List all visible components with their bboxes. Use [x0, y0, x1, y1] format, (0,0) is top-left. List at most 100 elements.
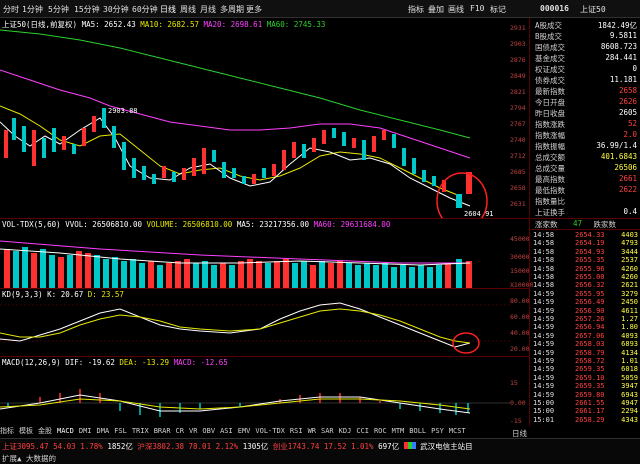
stat-row: A股成交 1842.49亿: [531, 20, 640, 31]
indicator-tab[interactable]: 模板: [19, 427, 33, 435]
indicator-tab[interactable]: SAR: [321, 427, 334, 435]
tick-time: 14:59: [533, 289, 555, 298]
indicator-tab[interactable]: EMV: [238, 427, 251, 435]
main-axis-tick: 2821: [510, 88, 526, 96]
indicator-tab[interactable]: PSY: [431, 427, 444, 435]
expand-menu[interactable]: 扩展▲ 大数据的: [2, 453, 56, 464]
stat-row: 指数涨跌 52: [531, 119, 640, 130]
tick-volume: 4611: [621, 306, 638, 315]
volume-panel[interactable]: VOL-TDX(5,60) VVOL: 26506810.00 VOLUME: …: [0, 218, 533, 289]
tick-volume: 1.01: [621, 357, 638, 365]
period-tab-more[interactable]: 更多: [246, 4, 262, 15]
indicator-tab[interactable]: 指标: [0, 427, 14, 435]
ma10-line: [0, 105, 461, 197]
indicator-tab[interactable]: VR: [189, 427, 197, 435]
hs-index[interactable]: 沪深3802.38: [137, 442, 184, 451]
indicator-tab[interactable]: DMI: [79, 427, 92, 435]
tick-price: 2659.35: [575, 382, 605, 391]
indicator-tab[interactable]: WR: [308, 427, 316, 435]
tool-f10[interactable]: F10: [470, 4, 484, 13]
stat-label: 国债成交: [535, 43, 565, 52]
vol-axis-tick: 15000: [510, 267, 530, 275]
stat-row: 最低指数 2622: [531, 185, 640, 196]
stat-row: 权证成交 0: [531, 64, 640, 75]
cy-index[interactable]: 创业1743.74: [273, 442, 320, 451]
indicator-tab[interactable]: CCI: [356, 427, 369, 435]
decline-label: 跌家数: [593, 220, 617, 229]
indicator-tab[interactable]: DMA: [97, 427, 110, 435]
indicator-tab[interactable]: ROC: [374, 427, 387, 435]
period-tab-daily[interactable]: 日线: [160, 4, 176, 15]
indicator-tab[interactable]: RSI: [290, 427, 303, 435]
tick-time: 14:58: [533, 281, 555, 290]
ma60-line: [0, 29, 471, 139]
tick-price: 2658.03: [575, 340, 605, 349]
tick-time: 14:59: [533, 323, 555, 332]
chart-area[interactable]: 上证50(日线,前复权) MA5: 2652.43 MA10: 2682.57 …: [0, 18, 533, 426]
macd-panel[interactable]: MACD(12,26,9) DIF: -19.62 DEA: -13.29 MA…: [0, 356, 530, 426]
period-tab-5min[interactable]: 5分钟: [48, 4, 69, 15]
kd-panel[interactable]: KD(9,3,3) K: 20.67 D: 23.57 80.00 60.00 …: [0, 288, 530, 356]
tick-time: 14:58: [533, 264, 555, 273]
main-axis-tick: 2876: [510, 56, 526, 64]
indicator-tab[interactable]: TRIX: [132, 427, 149, 435]
news-ticker[interactable]: 武汉电信主站目: [420, 442, 473, 451]
tick-volume: 2537: [621, 256, 638, 265]
stat-label: 债券成交: [535, 76, 565, 85]
tick-time: 14:59: [533, 298, 555, 307]
indicator-tab[interactable]: MTM: [392, 427, 405, 435]
sh-change: 54.03: [53, 442, 76, 451]
tick-volume: 4403: [621, 231, 638, 239]
period-tab-timeshare[interactable]: 分时: [3, 4, 19, 15]
stat-label: 基金成交: [535, 54, 565, 63]
candles: [4, 108, 472, 208]
tool-overlay[interactable]: 叠加: [428, 4, 444, 15]
stat-value: 26506: [614, 163, 637, 172]
tick-price: 2655.35: [575, 256, 605, 265]
symbol-name: 上证50: [580, 5, 606, 14]
tick-time: 14:58: [533, 231, 555, 239]
period-tab-multi[interactable]: 多周期: [220, 4, 244, 15]
indicator-tab[interactable]: BOLL: [409, 427, 426, 435]
period-tab-monthly[interactable]: 月线: [200, 4, 216, 15]
main-axis-tick: 2658: [510, 184, 526, 192]
period-tab-60min[interactable]: 60分钟: [132, 4, 158, 15]
indicator-tab[interactable]: ASI: [220, 427, 233, 435]
sh-index[interactable]: 上证3095.47: [2, 442, 49, 451]
tool-drawline[interactable]: 画线: [448, 4, 464, 15]
tick-price: 2658.72: [575, 357, 605, 365]
tick-time: 14:59: [533, 390, 555, 399]
stat-value: 52: [627, 119, 637, 128]
stat-row: 最新指数 2658: [531, 86, 640, 97]
stat-label: 指数量比: [535, 197, 565, 206]
tick-volume: 4134: [621, 348, 638, 357]
period-tab-30min[interactable]: 30分钟: [103, 4, 129, 15]
period-tab-15min[interactable]: 15分钟: [74, 4, 100, 15]
tick-row: 14:59 2658.03 6893: [531, 340, 640, 348]
candlestick-panel[interactable]: 上证50(日线,前复权) MA5: 2652.43 MA10: 2682.57 …: [0, 18, 530, 218]
market-ticker-bar: 上证3095.47 54.03 1.78% 1852亿 沪深3802.38 78…: [0, 429, 640, 464]
indicator-tab[interactable]: BRAR: [154, 427, 171, 435]
tick-row: 15:01 2658.29 4343: [531, 416, 640, 424]
tick-time: 14:58: [533, 239, 555, 248]
indicator-tab[interactable]: OBV: [202, 427, 215, 435]
indicator-tab[interactable]: 金股: [38, 427, 52, 435]
indicator-tab[interactable]: KDJ: [339, 427, 352, 435]
period-tab-weekly[interactable]: 周线: [180, 4, 196, 15]
stat-label: 今日开盘: [535, 98, 565, 107]
period-tab-1min[interactable]: 1分钟: [22, 4, 43, 15]
indicator-tab[interactable]: FSL: [114, 427, 127, 435]
main-axis-tick: 2931: [510, 24, 526, 32]
indicator-tab[interactable]: MACD: [57, 427, 74, 435]
stat-row: 债券成交 11.181: [531, 75, 640, 86]
indicator-tab[interactable]: CR: [176, 427, 184, 435]
volume-chart: [0, 240, 472, 289]
stat-label: 指数涨跌: [535, 120, 565, 129]
indicator-tab[interactable]: VOL-TDX: [255, 427, 285, 435]
tool-mark[interactable]: 标记: [490, 4, 506, 15]
stat-row: 今日开盘 2626: [531, 97, 640, 108]
tool-indicator[interactable]: 指标: [408, 4, 424, 15]
ma20-line: [0, 69, 471, 159]
indicator-tab[interactable]: MCST: [449, 427, 466, 435]
stat-value: 36.99/1.4: [596, 141, 637, 150]
